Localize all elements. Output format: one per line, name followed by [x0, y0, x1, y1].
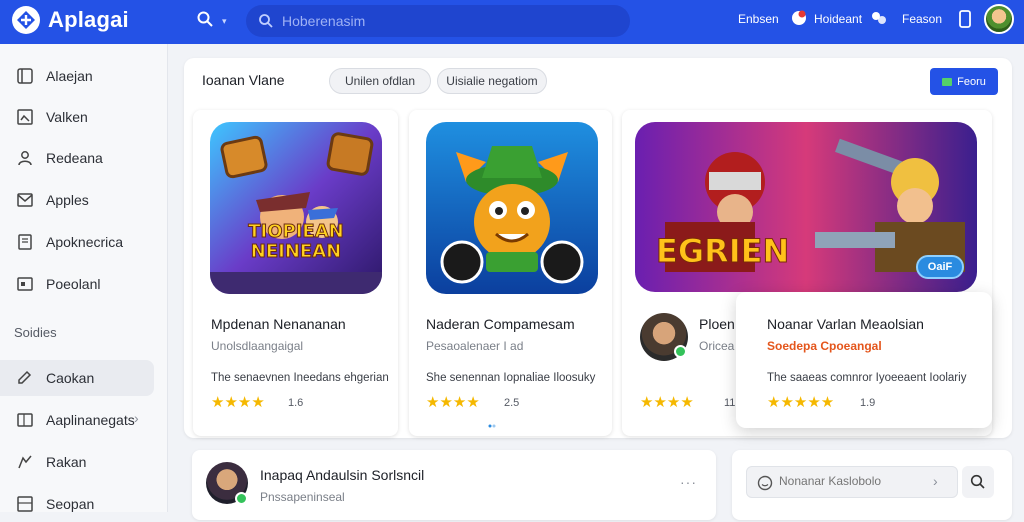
- top-link-1[interactable]: Enbsen: [738, 12, 779, 26]
- top-bar: Aplagai ▾ Enbsen Hoideant Feason: [0, 0, 1024, 44]
- app-description: She senennan Iopnaliae Iloosuky: [426, 372, 596, 384]
- app-subtitle: Pesaoalenaer I ad: [426, 339, 524, 353]
- window-icon: [17, 68, 33, 84]
- smile-icon: [757, 475, 773, 491]
- rating-value: 1.9: [860, 397, 876, 409]
- panel-action-button[interactable]: Feoru: [930, 68, 998, 95]
- mail-icon: [17, 193, 33, 207]
- sidebar-item-9[interactable]: Seopan: [0, 486, 168, 522]
- pin-icon: [18, 455, 32, 469]
- star-rating: ★★★★: [211, 394, 265, 411]
- sidebar-item-label: Caokan: [46, 370, 95, 386]
- app-title[interactable]: Ploen: [699, 316, 735, 332]
- app-logo[interactable]: Aplagai: [12, 6, 129, 34]
- notification-icon[interactable]: [790, 9, 808, 32]
- sidebar-item-8[interactable]: Rakan: [0, 444, 168, 480]
- hover-card-description: The saaeas comnror Iyoeeaent Ioolariy: [767, 372, 967, 384]
- user-icon: [18, 151, 32, 166]
- pager-dots[interactable]: [488, 415, 496, 428]
- activity-card: [192, 450, 716, 520]
- app-title[interactable]: Naderan Compamesam: [426, 316, 575, 332]
- sidebar-item-label: Apples: [46, 192, 89, 208]
- app-name: Aplagai: [48, 7, 129, 32]
- rating-value: 11: [724, 397, 736, 409]
- flag-icon: [942, 77, 953, 86]
- grid-icon: [17, 496, 33, 512]
- sidebar-item-4[interactable]: Apples: [0, 182, 168, 218]
- folder-icon: [17, 413, 33, 427]
- image-icon: [17, 109, 33, 125]
- document-icon: [18, 234, 32, 250]
- filter-chip-1[interactable]: Unilen ofdlan: [329, 68, 431, 94]
- sidebar-item-label: Seopan: [46, 496, 95, 512]
- more-options-icon[interactable]: ···: [680, 474, 697, 490]
- sidebar-item-6[interactable]: Poeolanl: [0, 266, 168, 302]
- edit-icon: [18, 370, 32, 384]
- app-art-title: EGRIEN: [655, 232, 790, 271]
- rating-value: 1.6: [288, 397, 304, 409]
- hover-card-subtitle[interactable]: Soedepa Cpoeangal: [767, 339, 882, 353]
- sidebar-item-1[interactable]: Alaejan: [0, 58, 168, 94]
- sidebar-item-active[interactable]: Caokan: [0, 360, 154, 396]
- sidebar-section-label: Soidies: [14, 325, 57, 340]
- app-title[interactable]: Mpdenan Nenananan: [211, 316, 346, 332]
- chevron-right-icon[interactable]: ›: [134, 410, 139, 426]
- star-rating: ★★★★: [640, 394, 694, 411]
- activity-title[interactable]: Inapaq Andaulsin Sorlsncil: [260, 467, 424, 483]
- app-artwork[interactable]: [210, 122, 382, 294]
- sidebar-item-label: Alaejan: [46, 68, 93, 84]
- chevron-right-icon[interactable]: ›: [933, 473, 938, 489]
- sidebar-item-2[interactable]: Valken: [0, 99, 168, 135]
- status-badge[interactable]: OaiF: [916, 255, 964, 279]
- sidebar-item-label: Aaplinanegats: [46, 412, 135, 428]
- online-indicator: [235, 492, 248, 505]
- app-description: The senaevnen Ineedans ehgerian: [211, 372, 389, 384]
- sidebar-item-3[interactable]: Redeana: [0, 140, 168, 176]
- star-rating: ★★★★★: [767, 394, 835, 411]
- search-icon: [970, 474, 985, 489]
- app-subtitle: Unolsdlaangaigal: [211, 339, 304, 353]
- sidebar-item-label: Poeolanl: [46, 276, 101, 292]
- sidebar-item-label: Rakan: [46, 454, 87, 470]
- quick-search-field[interactable]: ›: [746, 466, 958, 498]
- search-button[interactable]: [962, 466, 994, 498]
- sidebar-item-label: Valken: [46, 109, 88, 125]
- sidebar-item-5[interactable]: Apoknecrica: [0, 224, 168, 260]
- search-field[interactable]: [246, 5, 630, 37]
- filter-chip-2[interactable]: Uisialie negatiom: [437, 68, 547, 94]
- app-artwork[interactable]: [426, 122, 598, 294]
- logo-icon: [12, 6, 40, 34]
- panel-action-label: Feoru: [957, 75, 986, 88]
- star-rating: ★★★★: [426, 394, 480, 411]
- hover-card-title[interactable]: Noanar Varlan Meaolsian: [767, 316, 924, 332]
- top-link-2[interactable]: Hoideant: [814, 12, 862, 26]
- activity-subtitle: Pnssapeninseal: [260, 490, 345, 504]
- online-indicator: [674, 345, 687, 358]
- rating-value: 2.5: [504, 397, 520, 409]
- search-input[interactable]: [282, 13, 602, 29]
- app-art-title: TIOPIEAN NEINEAN: [248, 221, 344, 262]
- top-link-3[interactable]: Feason: [902, 12, 942, 26]
- search-icon: [259, 14, 273, 28]
- settings-icon[interactable]: [870, 9, 888, 32]
- search-icon[interactable]: [196, 10, 218, 32]
- chevron-down-icon[interactable]: ▾: [222, 16, 227, 27]
- sidebar-item-label: Redeana: [46, 150, 103, 166]
- quick-search-input[interactable]: [779, 474, 929, 488]
- app-subtitle: Oricea: [699, 339, 735, 353]
- sidebar-item-7[interactable]: Aaplinanegats ›: [0, 402, 168, 438]
- avatar[interactable]: [984, 4, 1014, 34]
- sidebar-item-label: Apoknecrica: [46, 234, 124, 250]
- panel-title: Ioanan Vlane: [202, 72, 285, 88]
- phone-icon[interactable]: [958, 9, 972, 34]
- box-icon: [17, 277, 33, 291]
